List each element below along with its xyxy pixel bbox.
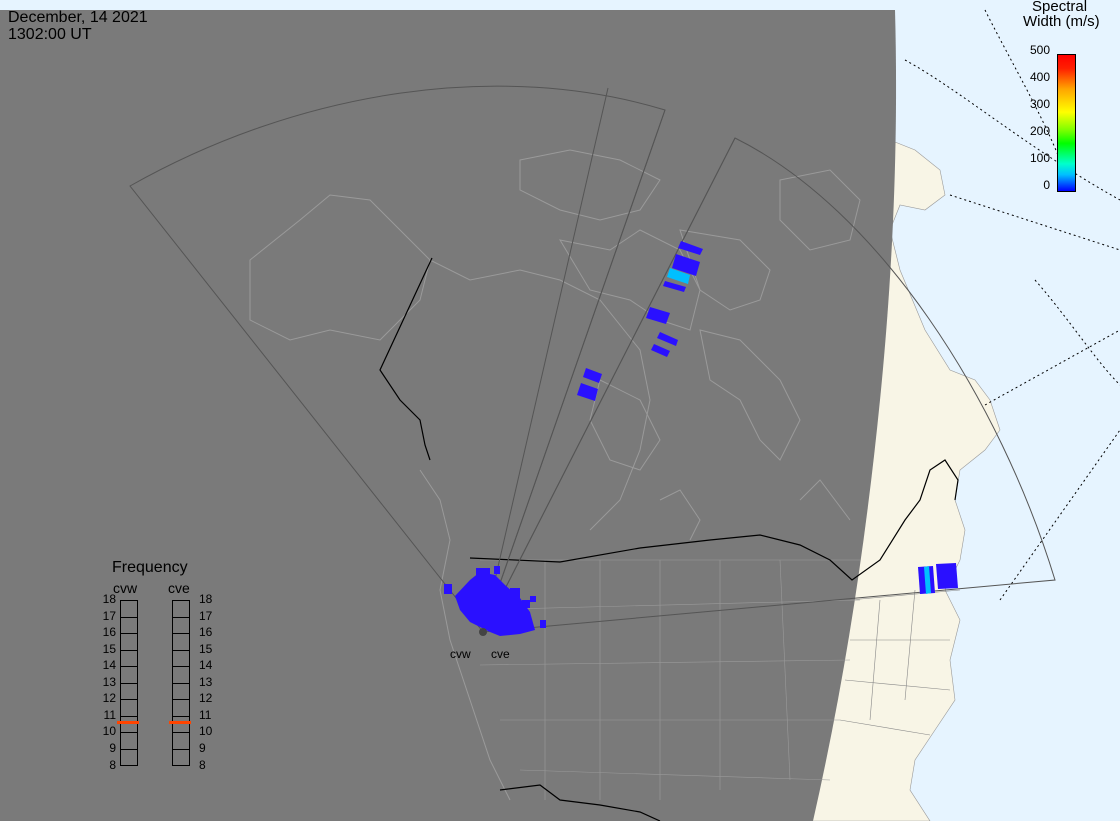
colorbar-tick: 100 <box>1029 151 1050 165</box>
frequency-level-left: 11 <box>103 707 116 722</box>
frequency-level-right: 15 <box>199 641 213 656</box>
frequency-level-left: 14 <box>102 658 116 673</box>
legend-units: Width (m/s) <box>1023 13 1100 30</box>
colorbar-tick: 0 <box>1043 178 1050 192</box>
frequency-level-right: 18 <box>199 592 213 606</box>
map-canvas <box>0 0 1120 821</box>
frequency-level-left: 10 <box>102 724 116 739</box>
frequency-level-right: 14 <box>199 658 213 673</box>
frequency-level-right: 17 <box>199 608 213 623</box>
colorbar <box>1057 54 1076 192</box>
frequency-col-cvw: cvw <box>113 580 138 596</box>
frequency-level-right: 12 <box>199 691 213 706</box>
colorbar-tick: 200 <box>1029 124 1050 138</box>
radar-site-marker <box>479 628 487 636</box>
site-label-cve: cve <box>491 647 510 661</box>
frequency-level-left: 8 <box>109 757 116 772</box>
frequency-level-left: 17 <box>102 608 116 623</box>
frequency-level-left: 16 <box>102 625 116 640</box>
frequency-level-right: 8 <box>199 757 206 772</box>
frequency-level-right: 9 <box>199 740 206 755</box>
map-figure: December, 14 2021 1302:00 UT Spectral Wi… <box>0 0 1120 821</box>
colorbar-tick: 400 <box>1029 70 1050 84</box>
frequency-marker-cve <box>169 721 191 725</box>
frequency-level-right: 10 <box>199 724 213 739</box>
frequency-level-left: 9 <box>109 740 116 755</box>
frequency-level-left: 12 <box>102 691 116 706</box>
frequency-level-left: 15 <box>102 641 116 656</box>
time-label: 1302:00 UT <box>8 26 92 43</box>
frequency-marker-cvw <box>117 721 139 725</box>
frequency-level-left: 13 <box>102 674 116 689</box>
date-label: December, 14 2021 <box>8 9 148 26</box>
frequency-level-left: 18 <box>102 592 116 606</box>
frequency-level-right: 16 <box>199 625 213 640</box>
frequency-bar-cvw <box>120 600 138 767</box>
frequency-level-right: 11 <box>199 707 212 722</box>
frequency-col-cve: cve <box>168 580 190 596</box>
frequency-bar-cve <box>172 600 190 767</box>
colorbar-tick: 500 <box>1029 43 1050 57</box>
frequency-level-right: 13 <box>199 674 213 689</box>
site-label-cvw: cvw <box>450 647 471 661</box>
frequency-title: Frequency <box>112 559 188 576</box>
colorbar-tick: 300 <box>1029 97 1050 111</box>
